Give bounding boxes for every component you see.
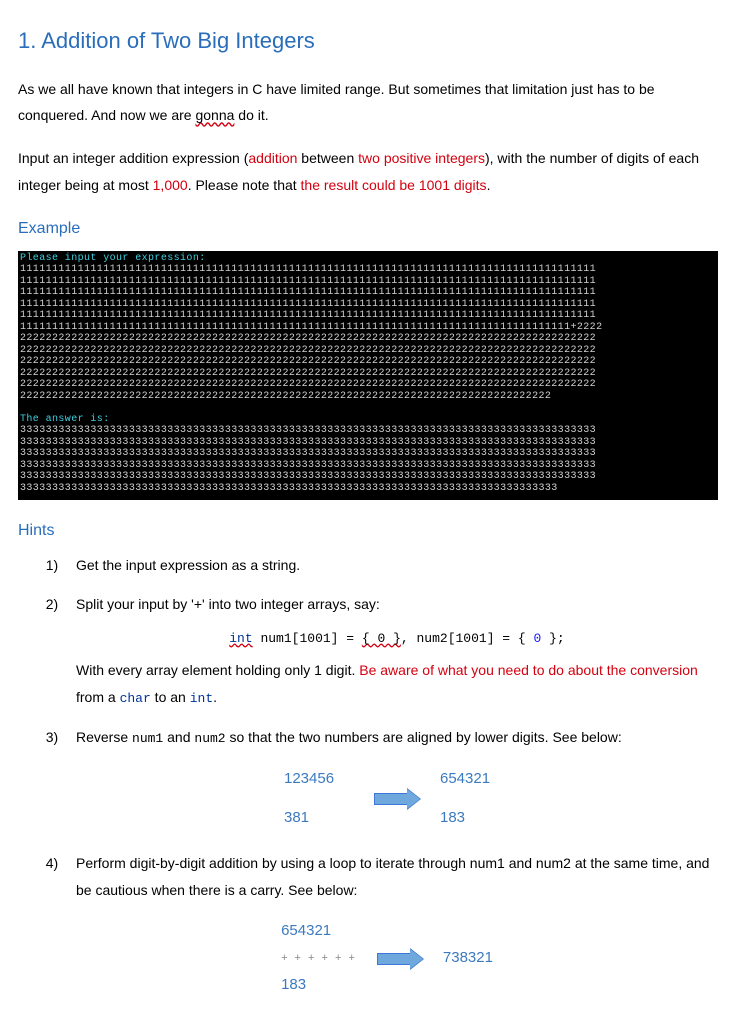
code-keyword: char [120, 691, 151, 706]
highlight-text: addition [248, 150, 297, 166]
spellcheck-word: gonna [195, 107, 234, 123]
code-text: { 0 } [362, 631, 401, 646]
code-text: }; [541, 631, 564, 646]
text: . [213, 689, 217, 705]
diagram-left-col: 123456 381 [284, 765, 354, 832]
text: and [163, 729, 194, 745]
highlight-text: two positive integers [358, 150, 485, 166]
reverse-diagram: 123456 381 654321 183 [76, 765, 718, 832]
code-line: int num1[1001] = { 0 }, num2[1001] = { 0… [76, 624, 718, 652]
diagram-value: 654321 [281, 917, 331, 946]
hints-list: Get the input expression as a string. Sp… [18, 552, 718, 1000]
highlight-text: the result could be 1001 digits [301, 177, 487, 193]
diagram-value: 738321 [443, 944, 493, 973]
code-text: , num2[1001] = { [401, 631, 534, 646]
hint-item-4: Perform digit-by-digit addition by using… [66, 850, 718, 1000]
text: . Please note that [188, 177, 301, 193]
diagram-value: 123456 [284, 765, 334, 794]
diagram-right-col: 738321 [443, 944, 513, 973]
code-text: num1 [132, 731, 163, 746]
text: between [297, 150, 358, 166]
text: As we all have known that integers in C … [18, 81, 655, 124]
text: from a [76, 689, 120, 705]
intro-paragraph-1: As we all have known that integers in C … [18, 76, 718, 129]
example-heading: Example [18, 214, 718, 244]
hint-item-3: Reverse num1 and num2 so that the two nu… [66, 724, 718, 833]
terminal-prompt: Please input your expression: [20, 253, 206, 264]
terminal-body: 3333333333333333333333333333333333333333… [20, 425, 596, 494]
text: Split your input by '+' into two integer… [76, 596, 380, 612]
text: to an [151, 689, 190, 705]
highlight-text: Be aware of what you need to do about th… [359, 662, 698, 678]
diagram-left-col: 654321 + + + + + + 183 [281, 917, 357, 1000]
text: Input an integer addition expression ( [18, 150, 248, 166]
terminal-body: 1111111111111111111111111111111111111111… [20, 264, 603, 402]
diagram-value: 183 [440, 804, 465, 833]
hint-item-1: Get the input expression as a string. [66, 552, 718, 579]
terminal-output: Please input your expression: 1111111111… [18, 251, 718, 501]
highlight-text: 1,000 [153, 177, 188, 193]
diagram-value: 654321 [440, 765, 490, 794]
code-text: num1[1001] = [253, 631, 362, 646]
terminal-answer-label: The answer is: [20, 414, 110, 425]
text: Perform digit-by-digit addition by using… [76, 855, 709, 898]
text: With every array element holding only 1 … [76, 662, 359, 678]
addition-diagram: 654321 + + + + + + 183 738321 [76, 917, 718, 1000]
code-keyword: int [229, 631, 252, 646]
code-text: num2 [194, 731, 225, 746]
text: Reverse [76, 729, 132, 745]
page-title: 1. Addition of Two Big Integers [18, 20, 718, 62]
arrow-right-icon [374, 789, 420, 809]
diagram-right-col: 654321 183 [440, 765, 510, 832]
hint-item-2: Split your input by '+' into two integer… [66, 591, 718, 712]
text: do it. [234, 107, 268, 123]
code-keyword: int [190, 691, 213, 706]
diagram-value: 381 [284, 804, 309, 833]
carry-dots: + + + + + + [281, 956, 357, 962]
intro-paragraph-2: Input an integer addition expression (ad… [18, 145, 718, 198]
text: so that the two numbers are aligned by l… [226, 729, 622, 745]
text: Get the input expression as a string. [76, 557, 300, 573]
diagram-value: 183 [281, 971, 306, 1000]
arrow-right-icon [377, 949, 423, 969]
hints-heading: Hints [18, 516, 718, 546]
text: . [487, 177, 491, 193]
